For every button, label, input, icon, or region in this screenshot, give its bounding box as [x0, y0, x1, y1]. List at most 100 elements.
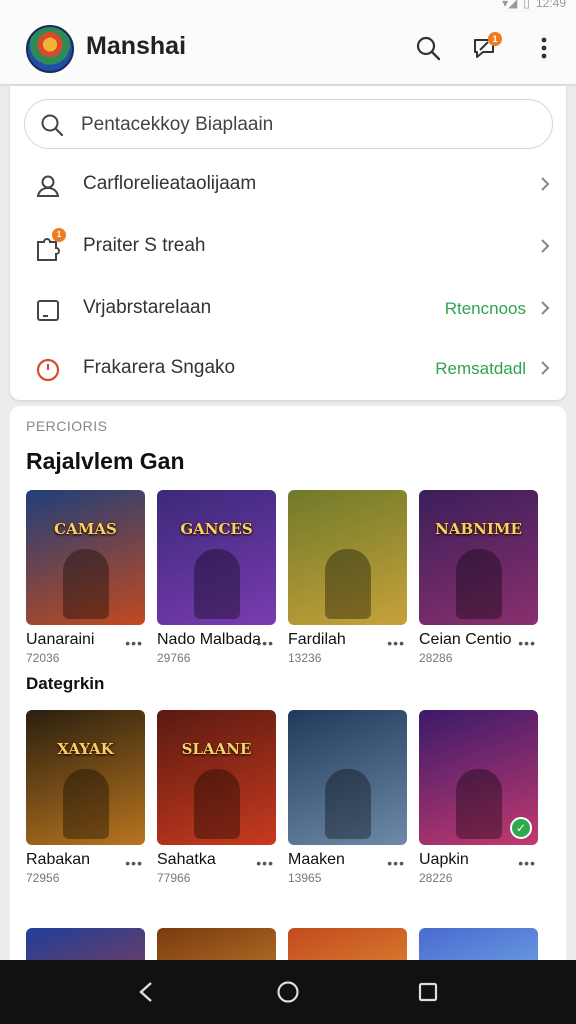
signal-icon: ▾◢ [502, 0, 518, 10]
game-character [324, 769, 371, 839]
menu-item-square[interactable]: Vrjabrstarelaan Rtencnoos [10, 280, 566, 340]
more-options-icon[interactable]: ••• [125, 635, 143, 651]
system-nav-bar [0, 960, 576, 1024]
game-card[interactable] [288, 928, 407, 960]
game-artwork: SLAANE [157, 710, 276, 845]
game-card[interactable]: Maaken 13965 ••• [288, 710, 407, 885]
more-options-icon[interactable]: ••• [518, 855, 536, 871]
game-card[interactable]: XAYAK Rabakan 72956 ••• [26, 710, 145, 885]
game-card[interactable]: GANCES Nado Malbada 29766 ••• [157, 490, 276, 665]
game-row-category: XAYAK Rabakan 72956 ••• SLAANE Sahatka 77966 ••… [26, 710, 538, 885]
game-art-title: SLAANE [181, 740, 252, 758]
game-count: 13236 [288, 651, 322, 665]
menu-card: Pentacekkoy Biaplaain Carflorelieataolij… [10, 86, 566, 400]
game-row-more [26, 928, 538, 960]
clock-icon [36, 358, 60, 382]
more-options-icon[interactable]: ••• [125, 855, 143, 871]
chevron-right-icon [541, 177, 550, 191]
game-card[interactable] [157, 928, 276, 960]
game-count: 72956 [26, 871, 60, 885]
menu-item-label: Vrjabrstarelaan [83, 297, 212, 318]
status-time: 12:49 [535, 0, 566, 10]
more-options-icon[interactable]: ••• [256, 855, 274, 871]
menu-item-account[interactable]: Carflorelieataolijaam [10, 156, 566, 216]
chevron-right-icon [541, 361, 550, 375]
app-title: Manshai [86, 32, 187, 60]
game-card[interactable] [26, 928, 145, 960]
search-input[interactable]: Pentacekkoy Biaplaain [24, 99, 553, 149]
game-character [193, 549, 240, 619]
game-artwork [288, 928, 407, 960]
verified-check-icon: ✓ [510, 817, 532, 839]
game-character [324, 549, 371, 619]
game-character [455, 549, 502, 619]
game-art-title: GANCES [180, 520, 253, 538]
game-character [62, 769, 109, 839]
game-count: 28286 [419, 651, 453, 665]
user-icon [36, 175, 60, 197]
game-artwork: XAYAK [26, 710, 145, 845]
menu-item-badge: 1 [52, 228, 66, 242]
game-artwork: GANCES [157, 490, 276, 625]
menu-item-value: Remsatdadl [435, 359, 526, 378]
section-eyebrow: PERCIORIS [26, 418, 108, 434]
game-art-title: NABNIME [435, 520, 522, 538]
search-button[interactable] [410, 30, 446, 66]
notification-badge: 1 [488, 32, 502, 46]
app-logo[interactable] [26, 25, 74, 73]
game-count: 28226 [419, 871, 453, 885]
chevron-right-icon [541, 239, 550, 253]
game-character [62, 549, 109, 619]
game-card[interactable]: SLAANE Sahatka 77966 ••• [157, 710, 276, 885]
overflow-menu-button[interactable] [526, 30, 562, 66]
game-card[interactable]: NABNIME Ceian Centio 28286 ••• [419, 490, 538, 665]
game-artwork [419, 928, 538, 960]
puzzle-icon-wrap: 1 [34, 228, 66, 262]
game-character [193, 769, 240, 839]
section-title: Rajalvlem Gan [26, 448, 185, 474]
menu-item-clock[interactable]: Frakarera Sngako Remsatdadl [10, 340, 566, 400]
games-section: PERCIORIS Rajalvlem Gan CAMAS Uanaraini 72… [10, 406, 566, 960]
chevron-right-icon [541, 301, 550, 315]
search-icon [416, 36, 441, 61]
game-row-featured: CAMAS Uanaraini 72036 ••• GANCES Nado Malbada… [26, 490, 538, 665]
game-art-title: CAMAS [54, 520, 117, 538]
game-card[interactable]: CAMAS Uanaraini 72036 ••• [26, 490, 145, 665]
game-card[interactable]: Fardilah 13236 ••• [288, 490, 407, 665]
square-icon [37, 300, 59, 321]
search-placeholder: Pentacekkoy Biaplaain [81, 114, 274, 135]
recents-icon [418, 982, 438, 1002]
game-card[interactable]: ✓ Uapkin 28226 ••• [419, 710, 538, 885]
back-button[interactable] [130, 976, 162, 1008]
more-options-icon[interactable]: ••• [256, 635, 274, 651]
more-options-icon[interactable]: ••• [387, 855, 405, 871]
menu-item-value: Rtencnoos [444, 299, 526, 318]
more-options-icon[interactable]: ••• [518, 635, 536, 651]
status-icons: ▾◢ ▯ 12:49 [502, 0, 566, 10]
game-count: 77966 [157, 871, 191, 885]
game-art-title: XAYAK [57, 740, 114, 758]
home-button[interactable] [272, 976, 304, 1008]
status-bar: ▾◢ ▯ 12:49 [0, 0, 576, 12]
game-artwork [288, 490, 407, 625]
menu-item-label: Praiter S treah [83, 235, 206, 256]
game-artwork [288, 710, 407, 845]
category-label: Dategrkin [26, 674, 105, 693]
game-card[interactable] [419, 928, 538, 960]
menu-item-puzzle[interactable]: 1 Praiter S treah [10, 218, 566, 278]
more-options-icon[interactable]: ••• [387, 635, 405, 651]
game-artwork: ✓ [419, 710, 538, 845]
game-count: 72036 [26, 651, 60, 665]
game-count: 29766 [157, 651, 191, 665]
menu-item-label: Frakarera Sngako [83, 357, 236, 378]
home-icon [277, 981, 299, 1003]
game-character [455, 769, 502, 839]
back-icon [139, 982, 152, 1002]
app-bar: Manshai 1 [0, 12, 576, 84]
more-vertical-icon [541, 37, 547, 59]
notifications-button[interactable]: 1 [466, 30, 502, 66]
recents-button[interactable] [412, 976, 444, 1008]
battery-icon: ▯ [523, 0, 530, 10]
menu-item-label: Carflorelieataolijaam [83, 173, 257, 194]
search-icon [41, 114, 64, 137]
